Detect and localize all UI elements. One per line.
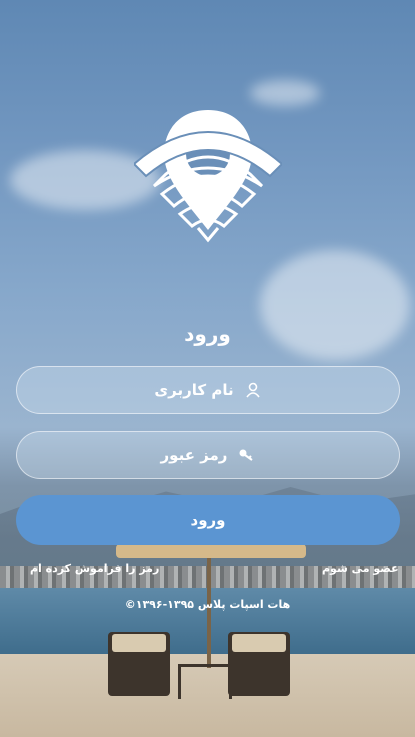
- username-field[interactable]: نام کاربری: [16, 366, 400, 414]
- key-icon: [237, 446, 255, 464]
- forgot-password-link[interactable]: رمز را فراموش کرده ام: [30, 562, 159, 575]
- username-placeholder: نام کاربری: [154, 381, 234, 399]
- beach-chair: [108, 632, 170, 696]
- password-placeholder: رمز عبور: [160, 446, 228, 464]
- beach-table: [178, 664, 232, 699]
- password-field[interactable]: رمز عبور: [16, 431, 400, 479]
- beach-chair: [228, 632, 290, 696]
- login-button[interactable]: ورود: [16, 495, 400, 545]
- umbrella-pole: [207, 558, 211, 668]
- user-icon: [244, 381, 262, 399]
- location-wifi-logo: [134, 110, 282, 243]
- login-title: ورود: [184, 322, 231, 346]
- copyright-text: ©۱۳۹۶-۱۳۹۵ هات اسپات پلاس: [124, 598, 291, 611]
- signup-link[interactable]: عضو می شوم: [322, 562, 399, 575]
- cloud: [250, 80, 320, 106]
- umbrella: [116, 544, 306, 558]
